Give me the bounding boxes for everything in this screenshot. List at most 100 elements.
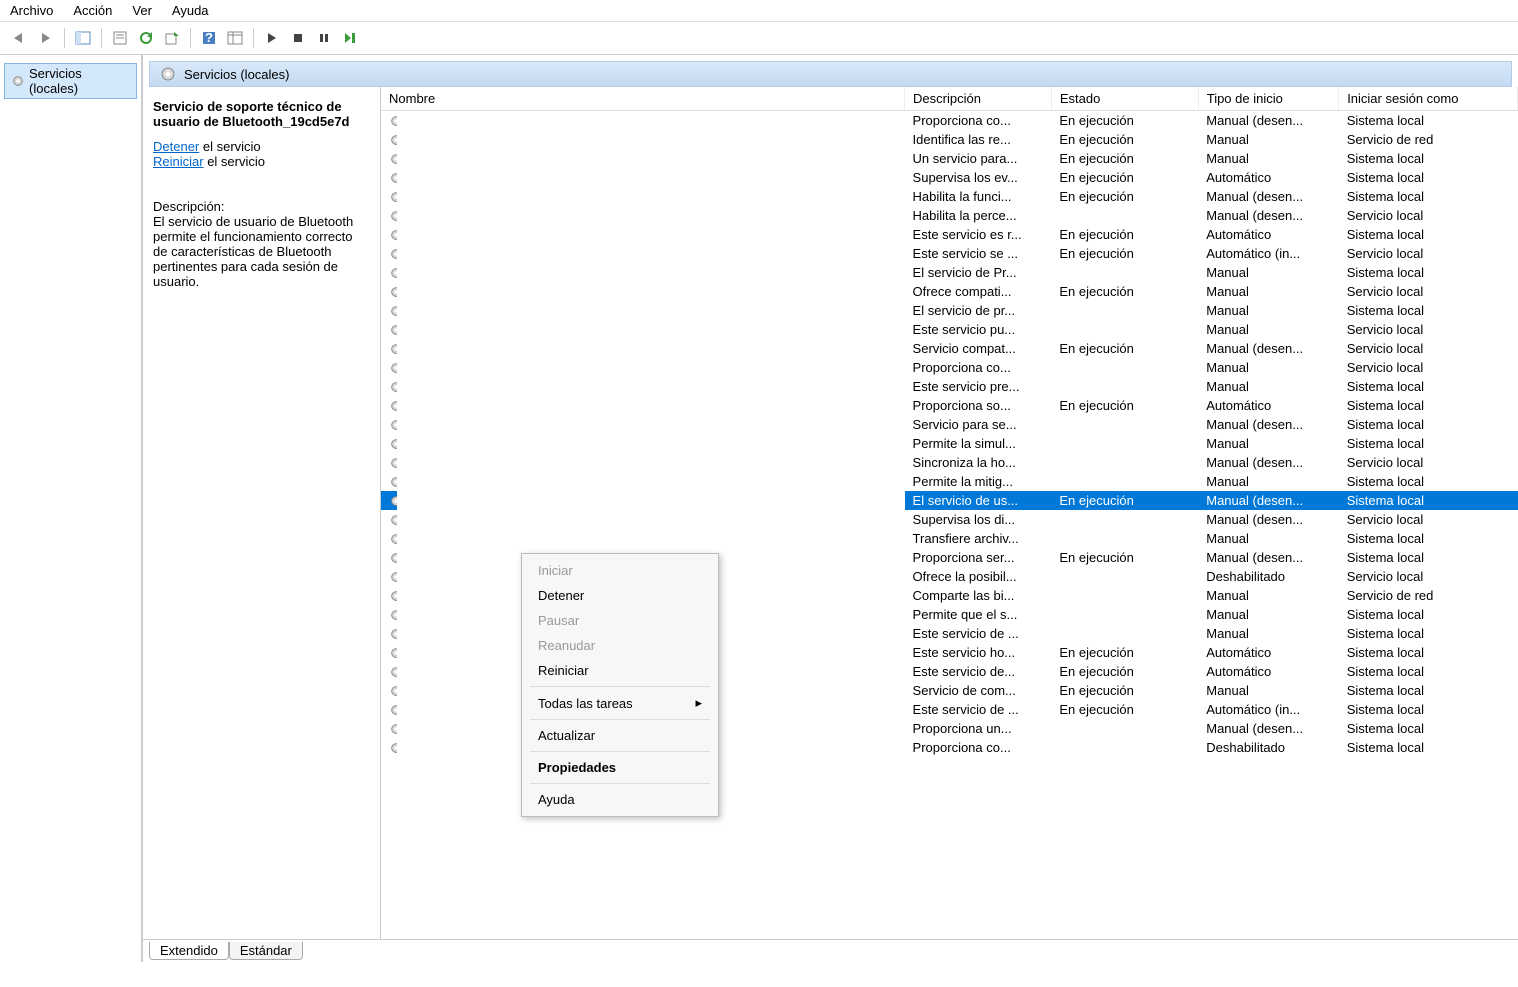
col-state[interactable]: Estado [1051, 87, 1198, 111]
service-row[interactable]: Servicio de prueba comercialEl servicio … [381, 301, 1518, 320]
service-row[interactable]: Servicio de supervisSupervisa los di...M… [381, 510, 1518, 529]
service-row[interactable]: Servicio de lista de redesIdentifica las… [381, 130, 1518, 149]
service-row[interactable]: Servicio de notificación de eventos de s… [381, 168, 1518, 187]
service-state: En ejecución [1051, 282, 1198, 301]
service-startup-type: Manual [1198, 681, 1338, 700]
service-row[interactable]: Servicio de licencia de cliente (ClipSVC… [381, 111, 1518, 131]
menu-help[interactable]: Ayuda [172, 3, 209, 18]
service-state [1051, 719, 1198, 738]
service-row[interactable]: Servicio de plataforma de dispositivos c… [381, 244, 1518, 263]
service-startup-type: Manual [1198, 472, 1338, 491]
gear-icon [389, 323, 397, 337]
service-row[interactable]: Servicio de red de Xbox LiveEste servici… [381, 377, 1518, 396]
service-state [1051, 624, 1198, 643]
service-row[interactable]: Servicio de publicación de nombres de eq… [381, 320, 1518, 339]
service-description: Este servicio es r... [905, 225, 1052, 244]
gear-icon [389, 304, 397, 318]
service-state: En ejecución [1051, 149, 1198, 168]
service-row[interactable]: Servicio de solución de problemas recome… [381, 472, 1518, 491]
service-row[interactable]: Servicio de sensoresServicio para se...M… [381, 415, 1518, 434]
service-row[interactable]: Servicio de soporte t... 19cd5e7dEl serv… [381, 491, 1518, 510]
service-row[interactable]: Servicio de Protección contra amenazas a… [381, 263, 1518, 282]
service-row[interactable]: Servicio de simulación de percepción de … [381, 434, 1518, 453]
nav-tree[interactable]: Servicios (locales) [0, 55, 142, 962]
service-row[interactable]: Servicio de mejora de visualizaciónUn se… [381, 149, 1518, 168]
column-header-row[interactable]: Nombre Descripción Estado Tipo de inicio… [381, 87, 1518, 111]
service-row[interactable]: Servicio de Panel de escritura a mano y … [381, 187, 1518, 206]
context-menu-item: Pausar [522, 608, 718, 633]
menu-file[interactable]: Archivo [10, 3, 53, 18]
service-logon-as: Sistema local [1339, 681, 1518, 700]
back-icon[interactable] [8, 26, 32, 50]
context-menu-item[interactable]: Reiniciar [522, 658, 718, 683]
service-logon-as: Sistema local [1339, 491, 1518, 510]
service-row[interactable]: Servicio de perfil de usuarioEste servic… [381, 225, 1518, 244]
restart-service-icon[interactable] [338, 26, 362, 50]
service-description: Sincroniza la ho... [905, 453, 1052, 472]
service-state: En ejecución [1051, 662, 1198, 681]
col-startup-type[interactable]: Tipo de inicio [1198, 87, 1338, 111]
stop-link[interactable]: Detener [153, 139, 199, 154]
context-menu[interactable]: IniciarDetenerPausarReanudarReiniciarTod… [521, 553, 719, 817]
service-startup-type: Manual (desen... [1198, 719, 1338, 738]
service-row[interactable]: Servicio de repositorio de estadoProporc… [381, 396, 1518, 415]
service-state [1051, 358, 1198, 377]
gear-icon [389, 570, 397, 584]
stop-service-icon[interactable] [286, 26, 310, 50]
gear-icon [389, 722, 397, 736]
service-row[interactable]: Servicio de puerta de enlace de nivel de… [381, 358, 1518, 377]
list-icon[interactable] [223, 26, 247, 50]
show-hide-tree-icon[interactable] [71, 26, 95, 50]
service-row[interactable]: Servicio de protocolo de túnel de socket… [381, 282, 1518, 301]
service-logon-as: Sistema local [1339, 624, 1518, 643]
service-row[interactable]: Servicio de sincronización de hora de Hy… [381, 453, 1518, 472]
refresh-icon[interactable] [134, 26, 158, 50]
service-startup-type: Deshabilitado [1198, 738, 1338, 757]
service-state [1051, 567, 1198, 586]
service-description: Proporciona co... [905, 358, 1052, 377]
context-menu-item[interactable]: Propiedades [522, 755, 718, 780]
service-description: El servicio de us... [905, 491, 1052, 510]
menubar[interactable]: Archivo Acción Ver Ayuda [0, 0, 1518, 22]
service-description: Este servicio de ... [905, 700, 1052, 719]
export-icon[interactable] [160, 26, 184, 50]
service-state [1051, 377, 1198, 396]
service-logon-as: Servicio local [1339, 339, 1518, 358]
start-service-icon[interactable] [260, 26, 284, 50]
services-grid[interactable]: Nombre Descripción Estado Tipo de inicio… [381, 87, 1518, 939]
col-logon-as[interactable]: Iniciar sesión como [1339, 87, 1518, 111]
service-state: En ejecución [1051, 548, 1198, 567]
service-description: El servicio de Pr... [905, 263, 1052, 282]
service-startup-type: Manual (desen... [1198, 111, 1338, 131]
service-row[interactable]: Servicio de percepción de WindowsHabilit… [381, 206, 1518, 225]
service-description: Servicio de com... [905, 681, 1052, 700]
context-menu-item[interactable]: Actualizar [522, 723, 718, 748]
menu-action[interactable]: Acción [73, 3, 112, 18]
service-row[interactable]: Servicio de transfer o (BITS)Transfiere … [381, 529, 1518, 548]
service-startup-type: Manual (desen... [1198, 491, 1338, 510]
service-description: Proporciona co... [905, 738, 1052, 757]
service-row[interactable]: Servicio de puerta de enlace de audio de… [381, 339, 1518, 358]
col-name[interactable]: Nombre [381, 87, 905, 111]
service-logon-as: Sistema local [1339, 415, 1518, 434]
service-state: En ejecución [1051, 681, 1198, 700]
service-logon-as: Servicio local [1339, 320, 1518, 339]
tab-extended[interactable]: Extendido [149, 942, 229, 960]
service-logon-as: Sistema local [1339, 472, 1518, 491]
service-logon-as: Servicio local [1339, 282, 1518, 301]
col-description[interactable]: Descripción [905, 87, 1052, 111]
properties-icon[interactable] [108, 26, 132, 50]
help-icon[interactable]: ? [197, 26, 221, 50]
context-menu-item[interactable]: Todas las tareas▸ [522, 690, 718, 716]
nav-services-local[interactable]: Servicios (locales) [4, 63, 137, 99]
context-menu-item[interactable]: Detener [522, 583, 718, 608]
forward-icon[interactable] [34, 26, 58, 50]
context-menu-item[interactable]: Ayuda [522, 787, 718, 812]
svg-text:?: ? [205, 30, 213, 45]
tab-standard[interactable]: Estándar [229, 942, 303, 960]
service-state: En ejecución [1051, 225, 1198, 244]
pause-service-icon[interactable] [312, 26, 336, 50]
service-startup-type: Manual (desen... [1198, 206, 1338, 225]
menu-view[interactable]: Ver [132, 3, 152, 18]
restart-link[interactable]: Reiniciar [153, 154, 204, 169]
